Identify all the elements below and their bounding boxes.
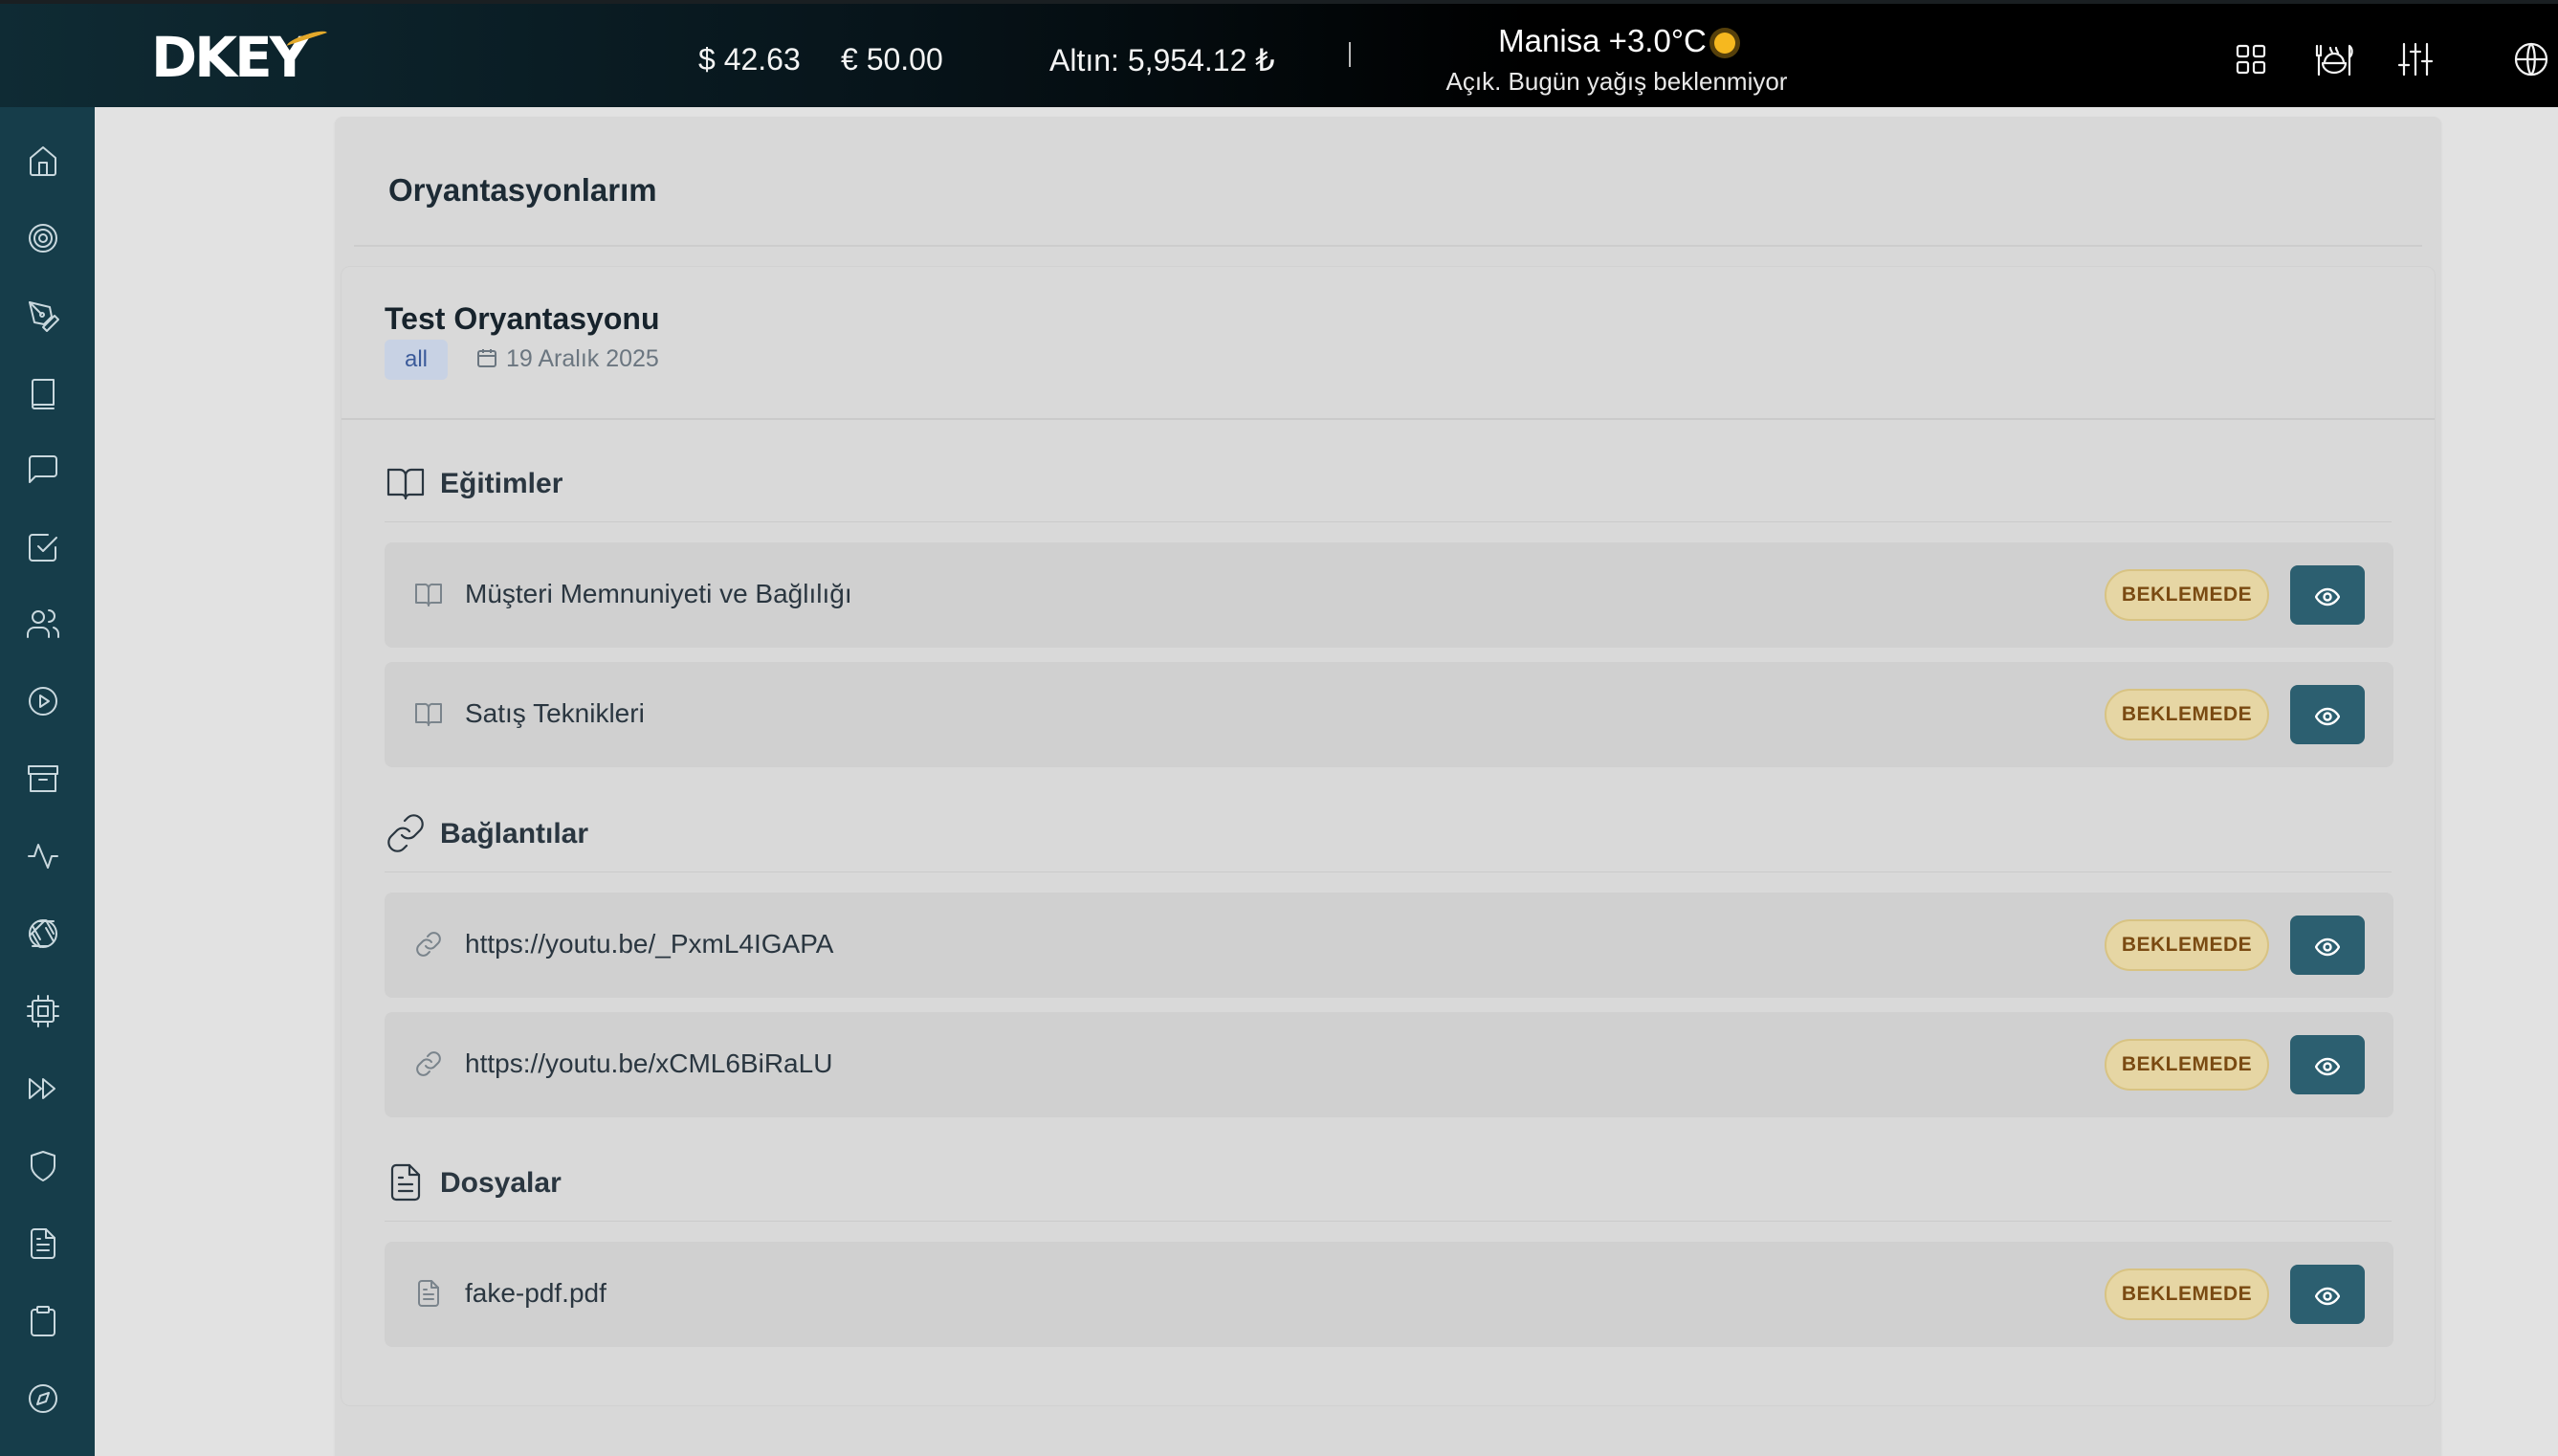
grid-icon[interactable] [2232,40,2270,78]
target-icon[interactable] [26,221,60,255]
list-item: Müşteri Memnuniyeti ve Bağlılığı BEKLEME… [385,542,2393,648]
cpu-icon[interactable] [26,994,60,1028]
view-button[interactable] [2290,1035,2365,1094]
status-badge: BEKLEMEDE [2105,689,2269,740]
weather-title: Manisa +3.0°C [1498,23,1707,58]
orientation-title: Test Oryantasyonu [385,301,660,336]
page-title: Oryantasyonlarım [388,172,657,208]
view-button[interactable] [2290,1265,2365,1324]
message-icon[interactable] [26,452,60,487]
orientation-card: Test Oryantasyonu all 19 Aralık 2025 Eği… [341,266,2436,1406]
sidebar [0,107,95,1456]
eye-icon [2315,587,2340,607]
book-open-icon [413,579,444,609]
list-item: https://youtu.be/_PxmL4IGAPA BEKLEMEDE [385,893,2393,998]
weather-widget: Manisa +3.0°C Açık. Bugün yağış beklenmi… [1358,23,1875,97]
book-open-icon [386,468,425,500]
eye-icon [2315,938,2340,957]
list-item: Satış Teknikleri BEKLEMEDE [385,662,2393,767]
users-icon[interactable] [26,607,60,641]
view-button[interactable] [2290,565,2365,625]
file-text-icon[interactable] [26,1226,60,1261]
file-text-icon [413,1278,444,1309]
header-divider [1349,42,1351,67]
book-open-icon [413,698,444,729]
link-icon [413,929,444,960]
food-icon[interactable] [2313,40,2355,78]
link-icon [413,1048,444,1079]
dkey-logo[interactable]: DKEY [151,25,329,90]
pen-tool-icon[interactable] [26,298,60,333]
divider [385,521,2392,522]
usd-rate: $ 42.63 [698,42,801,77]
status-badge: BEKLEMEDE [2105,569,2269,621]
globe-icon[interactable] [2512,40,2550,78]
aperture-icon[interactable] [26,916,60,951]
eye-icon [2315,1057,2340,1076]
compass-icon[interactable] [26,1381,60,1416]
activity-icon[interactable] [26,839,60,873]
orientation-date: 19 Aralık 2025 [475,345,659,373]
sun-icon [1713,33,1735,54]
top-bar: DKEY $ 42.63 € 50.00 Altın: 5,954.12 ₺ M… [0,0,2558,107]
file-text-icon [390,1163,421,1202]
eye-icon [2315,1287,2340,1306]
view-button[interactable] [2290,685,2365,744]
section-links: Bağlantılar [385,812,588,854]
gold-rate: Altın: 5,954.12 ₺ [1049,43,1275,77]
status-badge: BEKLEMEDE [2105,1039,2269,1091]
item-label: Müşteri Memnuniyeti ve Bağlılığı [465,579,852,608]
shield-icon[interactable] [26,1149,60,1183]
item-label: Satış Teknikleri [465,698,645,728]
orientations-panel: Oryantasyonlarım Test Oryantasyonu all 1… [335,117,2441,1456]
audience-badge: all [385,340,448,380]
check-square-icon[interactable] [26,530,60,564]
play-circle-icon[interactable] [26,684,60,718]
link-icon [387,814,424,852]
list-item: fake-pdf.pdf BEKLEMEDE [385,1242,2393,1347]
status-badge: BEKLEMEDE [2105,1268,2269,1320]
sliders-icon[interactable] [2396,40,2435,78]
status-badge: BEKLEMEDE [2105,919,2269,971]
item-label[interactable]: https://youtu.be/_PxmL4IGAPA [465,929,833,960]
divider [385,871,2392,872]
archive-icon[interactable] [26,761,60,796]
eye-icon [2315,707,2340,726]
section-files: Dosyalar [385,1161,562,1203]
weather-description: Açık. Bugün yağış beklenmiyor [1445,67,1788,96]
calendar-icon [477,349,496,367]
section-trainings: Eğitimler [385,462,562,504]
divider [354,245,2422,247]
list-item: https://youtu.be/xCML6BiRaLU BEKLEMEDE [385,1012,2393,1117]
divider [385,1221,2392,1222]
book-icon[interactable] [26,376,60,410]
clipboard-icon[interactable] [26,1304,60,1338]
fast-forward-icon[interactable] [26,1071,60,1106]
view-button[interactable] [2290,916,2365,975]
divider [342,418,2435,420]
home-icon[interactable] [26,143,60,178]
item-label[interactable]: fake-pdf.pdf [465,1278,606,1309]
eur-rate: € 50.00 [841,42,943,77]
item-label[interactable]: https://youtu.be/xCML6BiRaLU [465,1048,832,1079]
